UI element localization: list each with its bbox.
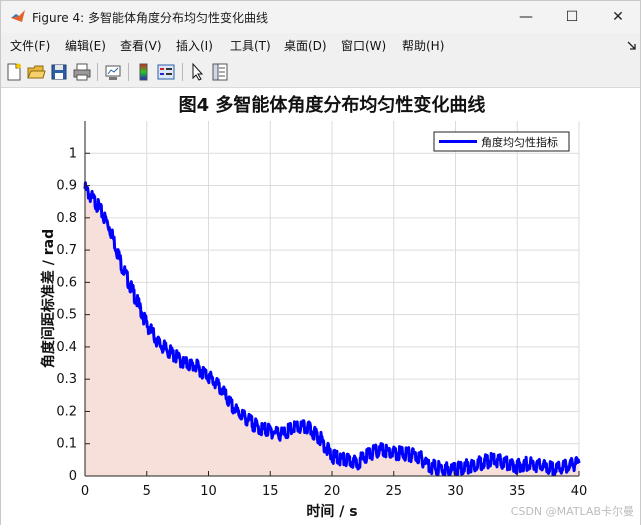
x-tick-label: 10 (200, 484, 217, 499)
y-tick-label: 1 (69, 146, 77, 161)
x-tick-label: 25 (385, 484, 402, 499)
open-icon[interactable] (26, 62, 46, 82)
y-tick-label: 0.8 (56, 211, 77, 226)
maximize-icon: ☐ (565, 9, 579, 25)
menu-window[interactable]: 窗口(W) (341, 37, 386, 54)
menu-bar: 文件(F) 编辑(E) 查看(V) 插入(I) 工具(T) 桌面(D) 窗口(W… (1, 33, 640, 57)
minimize-icon: — (519, 9, 533, 25)
toolbar (1, 57, 640, 88)
title-bar[interactable]: Figure 4: 多智能体角度分布均匀性变化曲线 — ☐ ✕ (1, 1, 640, 33)
x-tick-label: 5 (143, 484, 151, 499)
menu-view[interactable]: 查看(V) (120, 37, 162, 54)
minimize-button[interactable]: — (503, 1, 549, 33)
window-title: Figure 4: 多智能体角度分布均匀性变化曲线 (32, 11, 268, 25)
save-icon[interactable] (49, 62, 69, 82)
legend-label: 角度均匀性指标 (481, 135, 558, 149)
print-icon[interactable] (72, 62, 92, 82)
x-tick-label: 40 (571, 484, 588, 499)
maximize-button[interactable]: ☐ (549, 1, 595, 33)
chart-title: 图4 多智能体角度分布均匀性变化曲线 (179, 94, 486, 116)
y-tick-label: 0.5 (56, 308, 77, 323)
close-icon: ✕ (612, 9, 624, 25)
watermark: CSDN @MATLAB卡尔曼 (510, 505, 634, 518)
chart: 0 5 10 15 20 25 30 35 40 0 0.1 0.2 0.3 0.4 0.5 0.6 0.7 0.… (40, 94, 588, 520)
x-tick-label: 20 (324, 484, 341, 499)
legend-icon[interactable] (156, 62, 176, 82)
y-tick-label: 0.3 (56, 372, 77, 387)
y-tick-label: 0.4 (56, 340, 77, 355)
select-arrow-icon[interactable] (188, 62, 208, 82)
colorbar-icon[interactable] (134, 62, 154, 82)
menu-insert[interactable]: 插入(I) (176, 37, 213, 54)
menu-help[interactable]: 帮助(H) (402, 37, 444, 54)
toolbar-separator (97, 63, 98, 81)
x-axis-label: 时间 / s (306, 503, 357, 520)
new-figure-icon[interactable] (4, 62, 24, 82)
y-tick-label: 0.7 (56, 243, 77, 258)
y-tick-label: 0.9 (56, 179, 77, 194)
menu-tools[interactable]: 工具(T) (230, 37, 271, 54)
legend[interactable]: 角度均匀性指标 (433, 131, 570, 152)
menu-file[interactable]: 文件(F) (10, 37, 50, 54)
x-tick-label: 0 (81, 484, 89, 499)
figure-window: Figure 4: 多智能体角度分布均匀性变化曲线 — ☐ ✕ 文件(F) 编辑… (0, 0, 641, 525)
y-tick-label: 0 (69, 469, 77, 484)
y-tick-label: 0.6 (56, 275, 77, 290)
menu-edit[interactable]: 编辑(E) (65, 37, 106, 54)
link-plot-icon[interactable] (103, 62, 123, 82)
toolbar-separator (128, 63, 129, 81)
matlab-logo-icon (11, 10, 25, 22)
x-tick-label: 30 (447, 484, 464, 499)
menu-desktop[interactable]: 桌面(D) (284, 37, 327, 54)
toolbar-separator (182, 63, 183, 81)
dock-arrow-icon[interactable] (627, 41, 636, 50)
x-tick-label: 15 (262, 484, 279, 499)
close-button[interactable]: ✕ (595, 1, 641, 33)
y-tick-label: 0.2 (56, 404, 77, 419)
y-axis-label: 角度间距标准差 / rad (40, 229, 57, 368)
x-tick-label: 35 (509, 484, 526, 499)
property-inspector-icon[interactable] (210, 62, 230, 82)
figure-canvas: 0 5 10 15 20 25 30 35 40 0 0.1 0.2 0.3 0.4 0.5 0.6 0.7 0.… (1, 88, 640, 525)
y-tick-label: 0.1 (56, 437, 77, 452)
